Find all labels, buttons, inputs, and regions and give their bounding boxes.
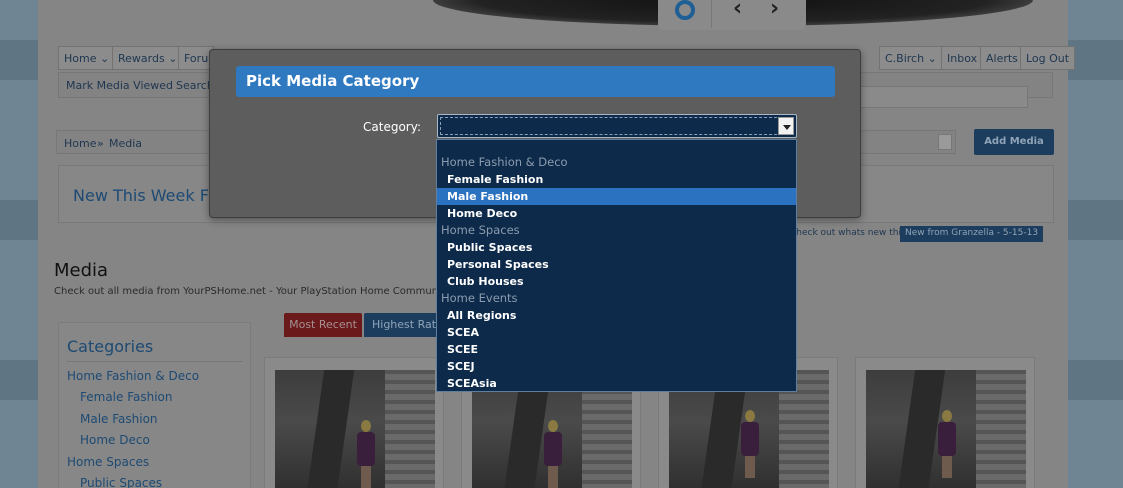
dropdown-option[interactable]: SCEE	[437, 341, 796, 358]
category-label: Category:	[363, 120, 421, 134]
dropdown-option[interactable]: SCEAsia	[437, 375, 796, 391]
dropdown-option[interactable]: Female Fashion	[437, 171, 796, 188]
dropdown-option[interactable]: SCEA	[437, 324, 796, 341]
dropdown-option[interactable]: Public Spaces	[437, 239, 796, 256]
option-group-label: Home Spaces	[441, 223, 520, 237]
option-group-label: Home Events	[441, 291, 518, 305]
select-value	[440, 117, 792, 135]
chevron-down-icon[interactable]	[778, 117, 794, 135]
dropdown-option[interactable]: SCEJ	[437, 358, 796, 375]
category-dropdown-list[interactable]: Home Fashion & Deco Female Fashion Male Fa…	[436, 139, 797, 392]
dialog-title: Pick Media Category	[236, 66, 835, 97]
dropdown-option[interactable]: Personal Spaces	[437, 256, 796, 273]
category-select[interactable]	[437, 114, 797, 138]
dropdown-option[interactable]: Male Fashion	[437, 188, 796, 205]
dropdown-option[interactable]: Home Deco	[437, 205, 796, 222]
option-group-label: Home Fashion & Deco	[441, 155, 568, 169]
dropdown-option[interactable]: Club Houses	[437, 273, 796, 290]
dropdown-option[interactable]: All Regions	[437, 307, 796, 324]
